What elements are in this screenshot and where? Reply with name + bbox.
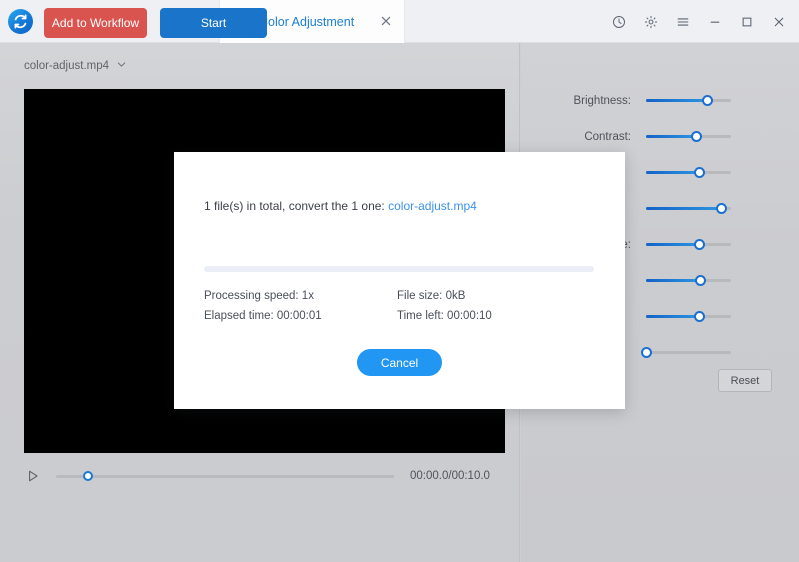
- slider-track-7[interactable]: [640, 346, 731, 358]
- tab-close-icon[interactable]: [379, 14, 393, 28]
- tab-color-adjustment-label: Color Adjustment: [259, 14, 355, 29]
- conversion-stats: Processing speed: 1x File size: 0kB Elap…: [204, 286, 594, 326]
- dialog-message-prefix: 1 file(s) in total, convert the 1 one:: [204, 199, 389, 213]
- slider-thumb-2[interactable]: [694, 166, 706, 178]
- slider-fill-1: [646, 135, 697, 138]
- slider-fill-3: [646, 207, 722, 210]
- settings-gear-icon[interactable]: [639, 10, 663, 34]
- processing-speed-label: Processing speed: 1x: [204, 290, 314, 302]
- slider-thumb-7[interactable]: [640, 346, 652, 358]
- slider-thumb-6[interactable]: [694, 310, 706, 322]
- cancel-button[interactable]: Cancel: [357, 349, 442, 376]
- slider-track-5[interactable]: [646, 274, 731, 286]
- slider-fill-4: [646, 243, 700, 246]
- dialog-message: 1 file(s) in total, convert the 1 one: c…: [204, 199, 477, 213]
- minimize-icon[interactable]: [703, 10, 727, 34]
- elapsed-time-label: Elapsed time: 00:00:01: [204, 310, 322, 322]
- start-button[interactable]: Start: [160, 8, 267, 38]
- dialog-file-link[interactable]: color-adjust.mp4: [388, 199, 477, 213]
- action-bar: [521, 514, 799, 562]
- seek-track: [56, 475, 394, 478]
- slider-row-0: Brightness:: [521, 91, 799, 111]
- stats-row-one: Processing speed: 1x File size: 0kB: [204, 286, 594, 306]
- seek-slider[interactable]: [56, 467, 394, 485]
- player-controls: 00:00.0/00:10.0: [24, 464, 505, 488]
- slider-track-6[interactable]: [646, 310, 731, 322]
- slider-thumb-0[interactable]: [701, 94, 713, 106]
- slider-track-1[interactable]: [646, 130, 731, 142]
- app-logo-icon: [8, 9, 33, 34]
- timecode-label: 00:00.0/00:10.0: [410, 470, 490, 482]
- slider-fill-6: [646, 315, 700, 318]
- stats-row-two: Elapsed time: 00:00:01 Time left: 00:00:…: [204, 306, 594, 326]
- play-icon[interactable]: [24, 467, 42, 485]
- slider-thumb-3[interactable]: [716, 202, 728, 214]
- seek-thumb[interactable]: [83, 471, 93, 481]
- file-size-label: File size: 0kB: [397, 290, 466, 302]
- slider-track-0[interactable]: [646, 94, 731, 106]
- maximize-icon[interactable]: [735, 10, 759, 34]
- window-controls: [607, 0, 791, 43]
- slider-track-3[interactable]: [646, 202, 731, 214]
- add-to-workflow-button[interactable]: Add to Workflow: [44, 8, 147, 38]
- slider-fill-2: [646, 171, 700, 174]
- app-window: Home Color Adjustment: [0, 0, 799, 562]
- slider-fill-0: [646, 99, 708, 102]
- slider-row-1: Contrast:: [521, 127, 799, 147]
- file-name-label: color-adjust.mp4: [24, 60, 110, 72]
- file-selector[interactable]: color-adjust.mp4: [24, 59, 127, 73]
- conversion-progress-dialog: 1 file(s) in total, convert the 1 one: c…: [174, 152, 625, 409]
- reset-button[interactable]: Reset: [718, 369, 772, 392]
- chevron-down-icon: [116, 59, 127, 73]
- slider-thumb-4[interactable]: [694, 238, 706, 250]
- slider-thumb-5[interactable]: [694, 274, 706, 286]
- slider-label-0: Brightness:: [573, 95, 631, 107]
- slider-fill-5: [646, 279, 701, 282]
- slider-track-4[interactable]: [646, 238, 731, 250]
- slider-label-1: Contrast:: [584, 131, 631, 143]
- progress-bar: [204, 266, 594, 272]
- close-window-icon[interactable]: [767, 10, 791, 34]
- menu-icon[interactable]: [671, 10, 695, 34]
- history-icon[interactable]: [607, 10, 631, 34]
- slider-thumb-1[interactable]: [690, 130, 702, 142]
- slider-track-2[interactable]: [646, 166, 731, 178]
- time-left-label: Time left: 00:00:10: [397, 310, 492, 322]
